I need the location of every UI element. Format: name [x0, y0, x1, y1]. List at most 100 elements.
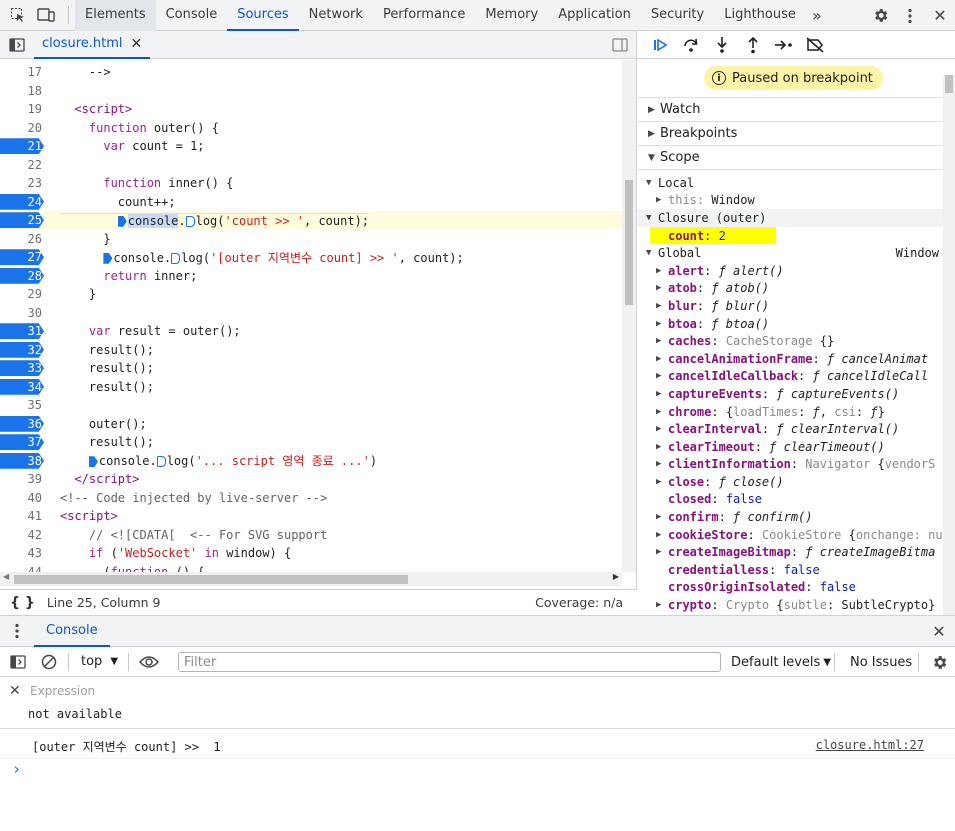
- settings-gear-icon[interactable]: [865, 0, 895, 31]
- step-over-icon[interactable]: [675, 31, 706, 60]
- breakpoint-line-number[interactable]: 37: [0, 433, 48, 451]
- global-property-row[interactable]: ▶ createImageBitmap: ƒ createImageBitma: [638, 543, 955, 561]
- code-line[interactable]: 40 <!-- Code injected by live-server -->: [0, 489, 622, 508]
- code-line[interactable]: 32 result();: [0, 341, 622, 360]
- code-line[interactable]: 31 var result = outer();: [0, 322, 622, 341]
- editor-horizontal-scrollbar[interactable]: ◀ ▶: [0, 572, 622, 586]
- scroll-thumb[interactable]: [945, 75, 953, 93]
- line-number[interactable]: 18: [0, 82, 48, 100]
- global-property-row[interactable]: crossOriginIsolated: false: [638, 579, 955, 597]
- global-property-row[interactable]: ▶ alert: ƒ alert(): [638, 262, 955, 280]
- line-number[interactable]: 19: [0, 100, 48, 118]
- code-line[interactable]: 30: [0, 304, 622, 323]
- close-file-icon[interactable]: ✕: [131, 36, 143, 52]
- tab-application[interactable]: Application: [548, 0, 641, 31]
- line-number[interactable]: 20: [0, 119, 48, 137]
- code-line[interactable]: 29 }: [0, 285, 622, 304]
- code-line[interactable]: 18: [0, 82, 622, 101]
- drawer-menu-icon[interactable]: [0, 616, 34, 647]
- line-number[interactable]: 43: [0, 544, 48, 562]
- line-number[interactable]: 30: [0, 304, 48, 322]
- code-line-current[interactable]: 25 console. log('count >> ', count);: [0, 211, 622, 230]
- global-property-row[interactable]: ▶ confirm: ƒ confirm(): [638, 508, 955, 526]
- scope-this[interactable]: ▶ this: Window: [638, 192, 955, 210]
- console-filter-input[interactable]: Filter: [178, 652, 721, 672]
- line-number[interactable]: 23: [0, 174, 48, 192]
- live-expression-eye-icon[interactable]: [133, 646, 165, 677]
- toggle-navigator-icon[interactable]: [0, 29, 34, 60]
- console-prompt[interactable]: ›: [0, 759, 955, 785]
- more-tabs-icon[interactable]: »: [806, 0, 828, 31]
- closure-count-row[interactable]: count: 2: [638, 226, 955, 245]
- remove-expression-icon[interactable]: ✕: [9, 683, 21, 699]
- file-tab-closure[interactable]: closure.html ✕: [34, 31, 151, 59]
- code-line[interactable]: 39 </script>: [0, 470, 622, 489]
- line-number[interactable]: 22: [0, 156, 48, 174]
- inspect-element-icon[interactable]: [4, 0, 32, 31]
- breakpoint-line-number[interactable]: 21: [0, 137, 48, 155]
- global-property-row[interactable]: ▶ cancelAnimationFrame: ƒ cancelAnimat: [638, 350, 955, 368]
- code-line[interactable]: 38 console. log('... script 영역 종료 ...'): [0, 452, 622, 471]
- line-number[interactable]: 26: [0, 230, 48, 248]
- breakpoint-line-number[interactable]: 33: [0, 359, 48, 377]
- breakpoint-line-number[interactable]: 32: [0, 341, 48, 359]
- breakpoint-line-number[interactable]: 31: [0, 322, 48, 340]
- code-line[interactable]: 43 if ('WebSocket' in window) {: [0, 544, 622, 563]
- expression-input[interactable]: Expression: [30, 684, 95, 698]
- scope-section[interactable]: ▼ Scope: [638, 145, 955, 169]
- breakpoint-line-number[interactable]: 38: [0, 452, 48, 470]
- pretty-print-icon[interactable]: { }: [10, 595, 35, 611]
- line-number[interactable]: 40: [0, 489, 48, 507]
- tab-memory[interactable]: Memory: [475, 0, 548, 31]
- code-line[interactable]: 24 count++;: [0, 193, 622, 212]
- scroll-left-icon[interactable]: ◀: [3, 572, 9, 581]
- global-property-row[interactable]: ▶ clearTimeout: ƒ clearTimeout(): [638, 438, 955, 456]
- code-line[interactable]: 20 function outer() {: [0, 119, 622, 138]
- global-property-row[interactable]: ▶ captureEvents: ƒ captureEvents(): [638, 385, 955, 403]
- breakpoints-section[interactable]: ▶ Breakpoints: [638, 121, 955, 145]
- code-line[interactable]: 21 var count = 1;: [0, 137, 622, 156]
- code-line[interactable]: 26 }: [0, 230, 622, 249]
- code-line[interactable]: 35: [0, 396, 622, 415]
- global-property-row[interactable]: ▶ clearInterval: ƒ clearInterval(): [638, 420, 955, 438]
- context-selector[interactable]: top ▼: [75, 654, 124, 669]
- code-line[interactable]: 17 -->: [0, 63, 622, 82]
- step-icon[interactable]: [768, 31, 799, 60]
- code-line[interactable]: 19 <script>: [0, 100, 622, 119]
- code-line[interactable]: 37 result();: [0, 433, 622, 452]
- global-property-row[interactable]: ▶ blur: ƒ blur(): [638, 297, 955, 315]
- breakpoint-line-number[interactable]: 28: [0, 267, 48, 285]
- code-line[interactable]: 36 outer();: [0, 415, 622, 434]
- console-sidebar-icon[interactable]: [0, 646, 36, 677]
- line-number[interactable]: 39: [0, 470, 48, 488]
- line-number[interactable]: 41: [0, 507, 48, 525]
- global-property-row[interactable]: closed: false: [638, 491, 955, 509]
- code-line[interactable]: 27 console. log('[outer 지역변수 count] >> ',…: [0, 248, 622, 267]
- editor-vertical-scrollbar[interactable]: [622, 60, 636, 572]
- breakpoint-line-number[interactable]: 34: [0, 378, 48, 396]
- tab-console[interactable]: Console: [156, 0, 228, 31]
- resume-icon[interactable]: [644, 31, 675, 60]
- code-line[interactable]: 28 return inner;: [0, 267, 622, 286]
- console-settings-gear-icon[interactable]: [925, 647, 953, 677]
- device-toolbar-icon[interactable]: [32, 0, 60, 31]
- breakpoint-line-number[interactable]: 24: [0, 193, 48, 211]
- breakpoint-line-number[interactable]: 27: [0, 248, 48, 266]
- line-number[interactable]: 42: [0, 526, 48, 544]
- global-property-row[interactable]: ▶ crypto: Crypto {subtle: SubtleCrypto}: [638, 596, 955, 614]
- scope-closure[interactable]: ▼ Closure (outer): [638, 209, 955, 227]
- code-line[interactable]: 34 result();: [0, 378, 622, 397]
- drawer-tab-console[interactable]: Console: [34, 616, 110, 647]
- tab-performance[interactable]: Performance: [373, 0, 475, 31]
- line-number[interactable]: 29: [0, 285, 48, 303]
- line-number[interactable]: 35: [0, 396, 48, 414]
- tab-sources[interactable]: Sources: [227, 0, 299, 31]
- tab-lighthouse[interactable]: Lighthouse: [714, 0, 806, 31]
- scroll-thumb[interactable]: [14, 575, 408, 584]
- close-devtools-icon[interactable]: ✕: [925, 0, 955, 31]
- code-line[interactable]: 41 <script>: [0, 507, 622, 526]
- global-property-row[interactable]: ▶ close: ƒ close(): [638, 473, 955, 491]
- step-out-icon[interactable]: [737, 31, 768, 60]
- breakpoint-line-number[interactable]: 36: [0, 415, 48, 433]
- scroll-thumb[interactable]: [625, 180, 633, 305]
